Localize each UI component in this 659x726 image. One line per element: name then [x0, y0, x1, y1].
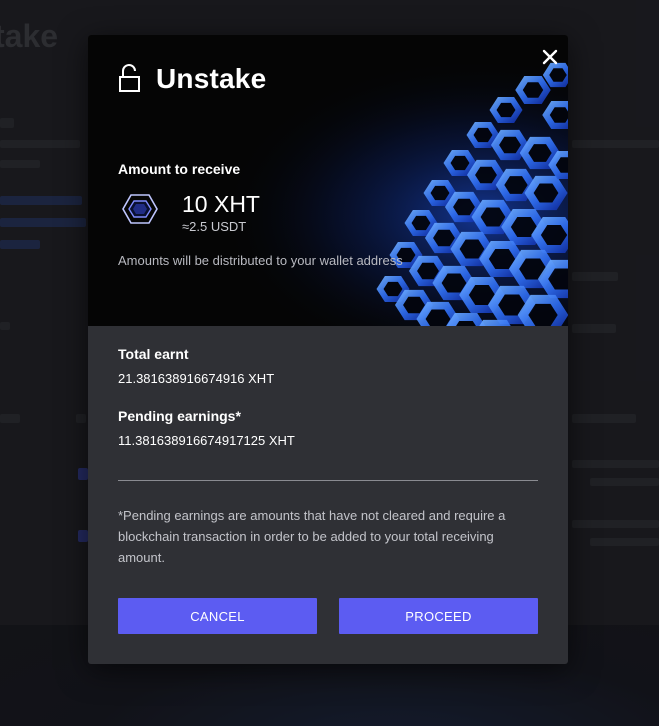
unstake-modal: Unstake Amount to receive 10 XHT ≈2.5 US…	[88, 35, 568, 664]
modal-hero: Unstake Amount to receive 10 XHT ≈2.5 US…	[88, 35, 568, 326]
hexagon-cell	[542, 100, 568, 130]
divider	[118, 480, 538, 481]
hexagon-cell	[466, 121, 500, 149]
modal-title: Unstake	[156, 63, 267, 94]
hexagon-cell	[466, 159, 506, 191]
total-earnt-value: 21.381638916674916 XHT	[118, 371, 275, 386]
hexagon-cell	[515, 75, 551, 105]
hexagon-cell	[548, 150, 568, 180]
xht-token-icon	[122, 194, 158, 224]
close-icon	[542, 49, 558, 65]
total-earnt-label: Total earnt	[118, 346, 189, 362]
amount-values: 10 XHT ≈2.5 USDT	[182, 191, 260, 234]
proceed-button[interactable]: PROCEED	[339, 598, 538, 634]
hexagon-cell	[479, 319, 511, 326]
hexagon-cell	[531, 216, 568, 254]
modal-header: Unstake	[118, 63, 266, 95]
hexagon-cell	[517, 294, 568, 326]
amount-to-receive-label: Amount to receive	[118, 161, 241, 177]
close-button[interactable]	[538, 45, 562, 69]
distribution-note: Amounts will be distributed to your wall…	[118, 253, 403, 268]
amount-xht: 10 XHT	[182, 191, 260, 217]
hexagon-cell	[537, 259, 568, 299]
amount-to-receive: 10 XHT ≈2.5 USDT	[122, 191, 260, 234]
hexagon-cell	[446, 312, 486, 326]
hexagon-cell	[443, 149, 477, 177]
hexagon-cell	[524, 175, 568, 211]
pending-earnings-label: Pending earnings*	[118, 408, 241, 424]
pending-earnings-footnote: *Pending earnings are amounts that have …	[118, 508, 506, 565]
amount-usdt-equivalent: ≈2.5 USDT	[182, 219, 247, 234]
cancel-button[interactable]: CANCEL	[118, 598, 317, 634]
unlock-icon	[119, 64, 140, 92]
hexagon-cell	[423, 179, 457, 207]
hexagon-cell	[489, 96, 523, 124]
pending-earnings-value: 11.381638916674917125 XHT	[118, 433, 295, 448]
